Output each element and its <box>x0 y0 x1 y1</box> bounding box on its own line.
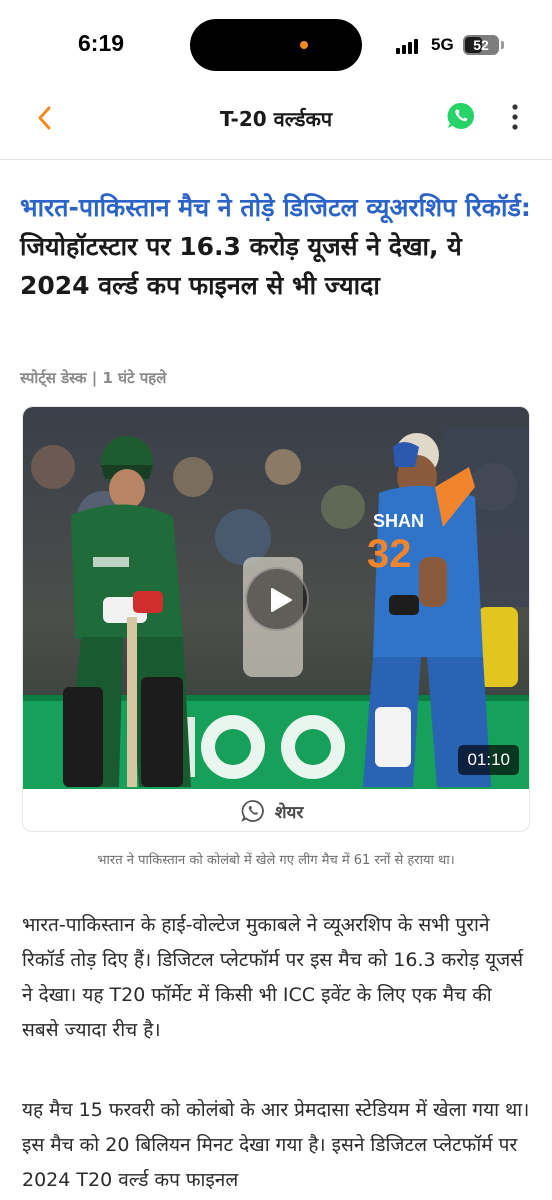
video-share-button[interactable]: शेयर <box>23 789 529 831</box>
status-bar: 6:19 5G 52 <box>0 0 552 88</box>
more-vertical-icon <box>512 104 518 130</box>
battery-icon: 52 <box>463 35 499 55</box>
whatsapp-icon <box>447 102 475 129</box>
article-headline: भारत-पाकिस्तान मैच ने तोड़े डिजिटल व्यूअ… <box>20 188 536 305</box>
svg-text:SHAN: SHAN <box>373 511 424 531</box>
article-paragraph: यह मैच 15 फरवरी को कोलंबो के आर प्रेमदास… <box>22 1099 530 1191</box>
app-header: T-20 वर्ल्डकप <box>0 88 552 160</box>
whatsapp-share-button[interactable] <box>446 101 476 131</box>
status-time: 6:19 <box>78 30 125 56</box>
dynamic-island <box>190 19 362 71</box>
svg-text:32: 32 <box>367 532 412 576</box>
headline-highlight: भारत-पाकिस्तान मैच ने तोड़े डिजिटल व्यूअ… <box>20 193 531 222</box>
headline-rest: जियोहॉटस्टार पर 16.3 करोड़ यूजर्स ने देख… <box>20 232 462 300</box>
video-card: SHAN 32 01:10 शेयर <box>22 406 530 832</box>
share-label: शेयर <box>275 803 304 823</box>
recording-indicator-icon <box>300 41 308 49</box>
cellular-signal-icon <box>396 38 422 54</box>
play-icon <box>271 588 292 612</box>
play-button[interactable] <box>245 567 309 631</box>
more-options-button[interactable] <box>502 101 528 133</box>
video-player[interactable]: SHAN 32 01:10 <box>23 407 529 789</box>
video-duration: 01:10 <box>458 745 519 775</box>
image-caption: भारत ने पाकिस्तान को कोलंबो में खेले गए … <box>97 853 455 868</box>
whatsapp-icon <box>241 800 264 822</box>
battery-tip <box>501 41 504 49</box>
article-paragraph: भारत-पाकिस्तान के हाई-वोल्टेज मुकाबले ने… <box>22 914 524 1041</box>
network-type: 5G <box>431 35 454 54</box>
article-byline: स्पोर्ट्स डेस्क | 1 घंटे पहले <box>20 369 167 387</box>
battery-percent: 52 <box>473 37 489 53</box>
